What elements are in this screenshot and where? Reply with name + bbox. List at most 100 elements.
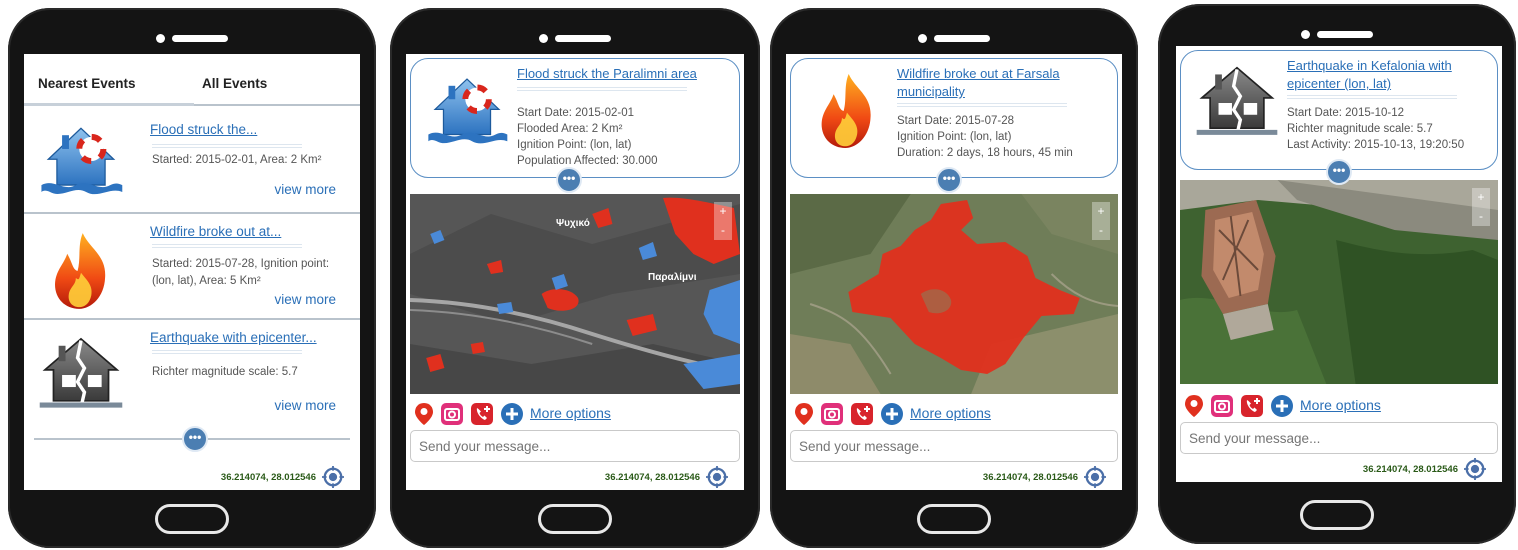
locate-me-icon[interactable] (322, 466, 344, 488)
add-icon[interactable] (1270, 394, 1294, 418)
call-icon[interactable] (850, 402, 874, 426)
more-options-link[interactable]: More options (1300, 397, 1381, 413)
map-pin-icon[interactable] (792, 402, 816, 426)
event-detail-line: Richter magnitude scale: 5.7 (1287, 123, 1433, 135)
more-button[interactable]: ••• (182, 426, 208, 452)
zoom-control: + - (714, 202, 732, 240)
more-button[interactable]: ••• (556, 167, 582, 193)
phone-earthquake-detail: Earthquake in Kefalonia with epicenter (… (1158, 4, 1516, 544)
divider (152, 244, 302, 252)
event-title[interactable]: Wildfire broke out at... (150, 224, 281, 239)
coordinates-readout: 36.214074, 28.012546 (1362, 464, 1458, 475)
speaker (1301, 30, 1373, 39)
map-pin-icon[interactable] (412, 402, 436, 426)
event-title[interactable]: Flood struck the... (150, 122, 257, 137)
view-more-link[interactable]: view more (274, 398, 336, 413)
phone-event-list: Nearest Events All Events Flood struck t… (8, 8, 376, 548)
flood-house-icon (421, 69, 513, 153)
wildfire-icon (38, 228, 124, 314)
event-desc: Started: 2015-02-01, Area: 2 Km² (152, 154, 322, 166)
more-button[interactable]: ••• (936, 167, 962, 193)
event-title[interactable]: Earthquake with epicenter... (150, 330, 317, 345)
zoom-in-button[interactable]: + (1472, 188, 1490, 207)
locate-me-icon[interactable] (1464, 458, 1486, 480)
add-icon[interactable] (880, 402, 904, 426)
tab-nearest-events[interactable]: Nearest Events (38, 76, 136, 91)
tab-all-events[interactable]: All Events (202, 76, 267, 91)
earthquake-house-icon (1191, 61, 1283, 145)
action-bar: More options (412, 402, 740, 430)
divider (152, 144, 302, 152)
screen-wildfire-detail: Wildfire broke out at Farsala municipali… (786, 54, 1122, 490)
add-icon[interactable] (500, 402, 524, 426)
list-item[interactable]: Wildfire broke out at... Started: 2015-0… (24, 214, 360, 320)
more-options-link[interactable]: More options (530, 405, 611, 421)
flood-map[interactable]: Ψυχικό Παραλίμνι + - (410, 194, 740, 394)
wildfire-map-image (790, 194, 1118, 394)
locate-me-icon[interactable] (706, 466, 728, 488)
event-detail-line: Last Activity: 2015-10-13, 19:20:50 (1287, 139, 1465, 151)
zoom-control: + - (1092, 202, 1110, 240)
home-button[interactable] (917, 504, 991, 534)
screen-event-list: Nearest Events All Events Flood struck t… (24, 54, 360, 490)
earthquake-photo-image (1180, 180, 1498, 384)
event-desc: Richter magnitude scale: 5.7 (152, 366, 298, 378)
zoom-out-button[interactable]: - (1472, 207, 1490, 226)
active-tab-indicator (24, 103, 194, 106)
view-more-link[interactable]: view more (274, 292, 336, 307)
locate-me-icon[interactable] (1084, 466, 1106, 488)
divider (152, 350, 302, 358)
map-pin-icon[interactable] (1182, 394, 1206, 418)
flood-house-icon (38, 118, 124, 204)
more-options-link[interactable]: More options (910, 405, 991, 421)
event-detail-line: Start Date: 2015-10-12 (1287, 107, 1404, 119)
event-title[interactable]: Wildfire broke out at Farsala municipali… (897, 65, 1109, 101)
list-item[interactable]: Earthquake with epicenter... Richter mag… (24, 320, 360, 428)
message-input[interactable] (790, 430, 1118, 462)
camera-icon[interactable] (820, 402, 844, 426)
screen-earthquake-detail: Earthquake in Kefalonia with epicenter (… (1176, 46, 1502, 482)
event-detail-line: Duration: 2 days, 18 hours, 45 min (897, 147, 1073, 159)
zoom-in-button[interactable]: + (1092, 202, 1110, 221)
coordinates-readout: 36.214074, 28.012546 (220, 472, 316, 483)
camera-icon[interactable] (1210, 394, 1234, 418)
event-title[interactable]: Earthquake in Kefalonia with epicenter (… (1287, 57, 1489, 93)
event-card: Flood struck the Paralimni area Start Da… (410, 58, 740, 178)
coordinates-readout: 36.214074, 28.012546 (604, 472, 700, 483)
more-button[interactable]: ••• (1326, 159, 1352, 185)
call-icon[interactable] (470, 402, 494, 426)
home-button[interactable] (538, 504, 612, 534)
zoom-in-button[interactable]: + (714, 202, 732, 221)
home-button[interactable] (1300, 500, 1374, 530)
zoom-control: + - (1472, 188, 1490, 226)
message-input[interactable] (410, 430, 740, 462)
call-icon[interactable] (1240, 394, 1264, 418)
speaker (918, 34, 990, 43)
wildfire-map[interactable]: + - (790, 194, 1118, 394)
camera-icon[interactable] (440, 402, 464, 426)
zoom-out-button[interactable]: - (714, 221, 732, 240)
list-item[interactable]: Flood struck the... Started: 2015-02-01,… (24, 108, 360, 214)
home-button[interactable] (155, 504, 229, 534)
event-card: Earthquake in Kefalonia with epicenter (… (1180, 50, 1498, 170)
event-detail-line: Population Affected: 30.000 (517, 155, 658, 167)
zoom-out-button[interactable]: - (1092, 221, 1110, 240)
event-detail-line: Start Date: 2015-07-28 (897, 115, 1014, 127)
event-title[interactable]: Flood struck the Paralimni area (517, 65, 731, 83)
map-label: Ψυχικό (556, 218, 590, 229)
event-card: Wildfire broke out at Farsala municipali… (790, 58, 1118, 178)
earthquake-house-icon (38, 332, 124, 418)
event-detail-line: Start Date: 2015-02-01 (517, 107, 634, 119)
divider (897, 103, 1067, 111)
wildfire-icon (801, 69, 893, 153)
view-more-link[interactable]: view more (274, 182, 336, 197)
earthquake-photo[interactable]: + - (1180, 180, 1498, 384)
action-bar: More options (792, 402, 1118, 430)
speaker (539, 34, 611, 43)
event-detail-line: Ignition Point: (lon, lat) (897, 131, 1012, 143)
divider (517, 87, 687, 95)
divider (1287, 95, 1457, 103)
event-detail-line: Ignition Point: (lon, lat) (517, 139, 632, 151)
message-input[interactable] (1180, 422, 1498, 454)
map-label: Παραλίμνι (648, 272, 697, 283)
